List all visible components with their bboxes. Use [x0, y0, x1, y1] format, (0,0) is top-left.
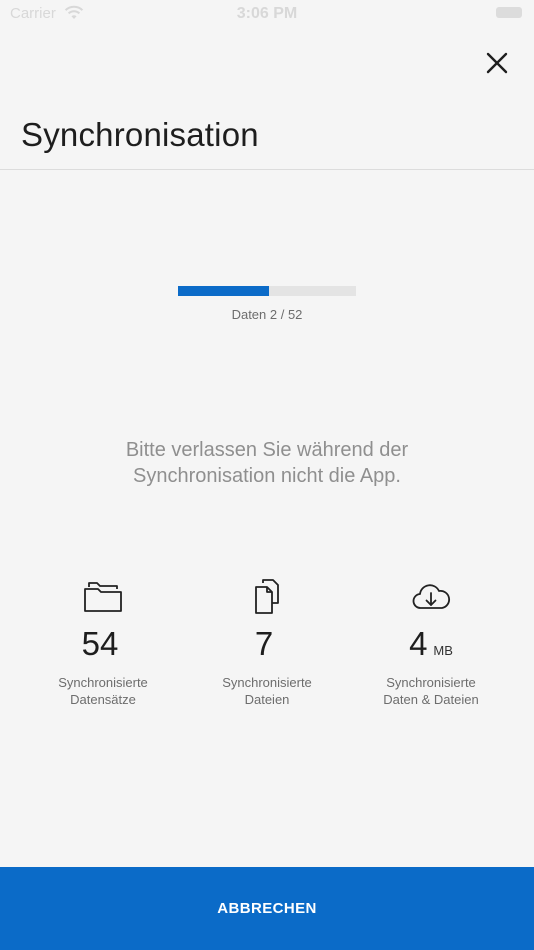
status-bar: Carrier 3:06 PM — [0, 0, 534, 28]
stat-data-value: 4 — [409, 625, 428, 662]
cloud-download-icon — [412, 584, 450, 609]
stat-data-label: Synchronisierte Daten & Dateien — [346, 674, 516, 708]
stat-data-label-line-1: Synchronisierte — [386, 675, 476, 690]
files-icon — [255, 579, 279, 614]
close-button[interactable] — [482, 48, 512, 78]
stat-records-label-line-1: Synchronisierte — [58, 675, 148, 690]
stat-records-label: Synchronisierte Datensätze — [18, 674, 188, 708]
stat-records-label-line-2: Datensätze — [70, 692, 136, 707]
stat-files: 7 Synchronisierte Dateien — [182, 578, 352, 708]
stat-files-value-row: 7 — [182, 624, 352, 664]
stat-files-label-line-1: Synchronisierte — [222, 675, 312, 690]
sync-progress-label: Daten 2 / 52 — [231, 307, 303, 322]
cancel-button[interactable]: ABBRECHEN — [0, 867, 534, 950]
stat-records: 54 Synchronisierte Datensätze — [18, 578, 188, 708]
stat-files-label: Synchronisierte Dateien — [182, 674, 352, 708]
message-line-2: Synchronisation nicht die App. — [133, 465, 401, 487]
folders-icon — [84, 582, 122, 612]
page-title: Synchronisation — [21, 116, 259, 153]
clock-label: 3:06 PM — [236, 5, 298, 22]
header-divider — [0, 169, 534, 170]
message-line-1: Bitte verlassen Sie während der — [125, 439, 409, 461]
stat-data: 4 MB Synchronisierte Daten & Dateien — [346, 578, 516, 708]
stat-files-value: 7 — [254, 625, 274, 662]
sync-progress-bar — [178, 286, 356, 296]
sync-warning-message: Bitte verlassen Sie während der Synchron… — [67, 437, 467, 489]
sync-screen: Carrier 3:06 PM Synchronisation Daten 2 … — [0, 0, 534, 950]
stat-data-value-row: 4 MB — [346, 624, 516, 664]
battery-icon — [496, 7, 522, 18]
sync-progress-fill — [178, 286, 269, 296]
stat-data-unit: MB — [433, 643, 453, 658]
stat-records-value-row: 54 — [18, 624, 188, 664]
close-icon — [486, 52, 508, 74]
stat-files-label-line-2: Dateien — [244, 692, 290, 707]
stat-data-label-line-2: Daten & Dateien — [383, 692, 479, 707]
stat-records-value: 54 — [81, 625, 119, 662]
